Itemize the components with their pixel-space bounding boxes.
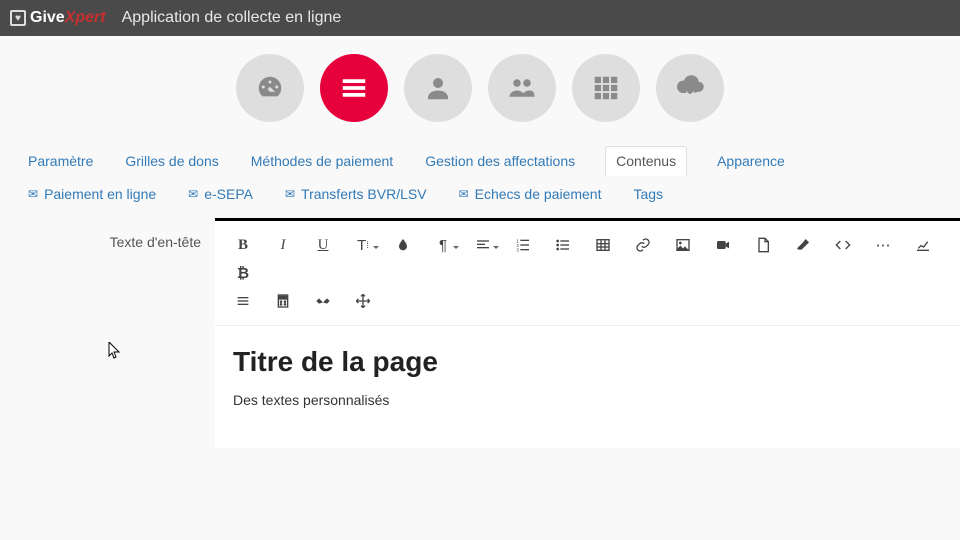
topbar: ♥ GiveXpert Application de collecte en l… — [0, 0, 960, 36]
italic-button[interactable]: I — [263, 231, 303, 259]
brand-text: GiveXpert — [30, 9, 106, 27]
envelope-icon: ✉ — [459, 187, 469, 201]
rich-text-editor: B I U T⁞ ¶ 123 ⋯ ₿ — [215, 218, 960, 448]
ul-icon — [555, 237, 571, 253]
code-icon — [835, 237, 851, 253]
tab-echecs[interactable]: ✉ Echecs de paiement — [457, 182, 604, 206]
envelope-icon: ✉ — [285, 187, 295, 201]
header-text-field: Texte d'en-tête B I U T⁞ ¶ 123 ⋯ — [30, 218, 960, 448]
tab-label: Méthodes de paiement — [251, 153, 393, 169]
tabs-row: Paramètre Grilles de dons Méthodes de pa… — [0, 146, 960, 218]
image-icon — [675, 237, 691, 253]
editor-toolbar: B I U T⁞ ¶ 123 ⋯ ₿ — [215, 221, 960, 326]
calculator-icon — [275, 293, 291, 309]
tab-methodes[interactable]: Méthodes de paiement — [249, 149, 395, 173]
tab-label: Grilles de dons — [125, 153, 218, 169]
table-button[interactable] — [583, 231, 623, 259]
tab-paiement[interactable]: ✉ Paiement en ligne — [26, 182, 158, 206]
tab-contenus[interactable]: Contenus — [605, 146, 687, 176]
align-button[interactable] — [463, 231, 503, 259]
file-button[interactable] — [743, 231, 783, 259]
image-button[interactable] — [663, 231, 703, 259]
brand-text-b: Xpert — [65, 9, 106, 26]
underline-button[interactable]: U — [303, 231, 343, 259]
tab-label: Transferts BVR/LSV — [301, 186, 427, 202]
bitcoin-button[interactable]: ₿ — [223, 259, 263, 287]
editor-body[interactable]: Titre de la page Des textes personnalisé… — [215, 326, 960, 448]
content-area: Texte d'en-tête B I U T⁞ ¶ 123 ⋯ — [0, 218, 960, 448]
video-icon — [715, 237, 731, 253]
tab-apparence[interactable]: Apparence — [715, 149, 787, 173]
tab-esepa[interactable]: ✉ e-SEPA — [186, 182, 255, 206]
handshake-button[interactable] — [303, 287, 343, 315]
nav-grid[interactable] — [572, 54, 640, 122]
tab-tags[interactable]: Tags — [631, 182, 665, 206]
table-icon — [595, 237, 611, 253]
ol-icon: 123 — [515, 237, 531, 253]
drop-icon — [395, 237, 411, 253]
tab-parametre[interactable]: Paramètre — [26, 149, 95, 173]
group-icon — [507, 73, 537, 103]
paragraph-format-button[interactable]: ¶ — [423, 231, 463, 259]
tab-label: Apparence — [717, 153, 785, 169]
eraser-icon — [795, 237, 811, 253]
chart-button[interactable] — [903, 231, 943, 259]
code-view-button[interactable] — [823, 231, 863, 259]
app-title: Application de collecte en ligne — [122, 9, 342, 27]
grid-icon — [591, 73, 621, 103]
field-label: Texte d'en-tête — [30, 218, 215, 250]
nav-circles — [0, 36, 960, 146]
nav-group[interactable] — [488, 54, 556, 122]
link-button[interactable] — [623, 231, 663, 259]
nav-dashboard[interactable] — [236, 54, 304, 122]
unordered-list-button[interactable] — [543, 231, 583, 259]
brand-logo[interactable]: ♥ GiveXpert — [10, 9, 106, 27]
calculator-button[interactable] — [263, 287, 303, 315]
nav-menu[interactable] — [320, 54, 388, 122]
text-color-button[interactable] — [383, 231, 423, 259]
lines-icon — [235, 293, 251, 309]
editor-heading[interactable]: Titre de la page — [233, 346, 942, 378]
brand-text-a: Give — [30, 9, 65, 26]
ordered-list-button[interactable]: 123 — [503, 231, 543, 259]
editor-paragraph[interactable]: Des textes personnalisés — [233, 392, 942, 408]
tab-label: Paramètre — [28, 153, 93, 169]
tab-label: Echecs de paiement — [475, 186, 602, 202]
move-icon — [355, 293, 371, 309]
more-button[interactable]: ⋯ — [863, 231, 903, 259]
handshake-icon — [315, 293, 331, 309]
gauge-icon — [255, 73, 285, 103]
user-icon — [423, 73, 453, 103]
font-size-button[interactable]: T⁞ — [343, 231, 383, 259]
envelope-icon: ✉ — [28, 187, 38, 201]
eraser-button[interactable] — [783, 231, 823, 259]
svg-text:3: 3 — [516, 248, 519, 253]
logo-mark-icon: ♥ — [10, 10, 26, 26]
lines-button[interactable] — [223, 287, 263, 315]
cloud-download-icon — [675, 73, 705, 103]
tab-label: Paiement en ligne — [44, 186, 156, 202]
video-button[interactable] — [703, 231, 743, 259]
tab-label: Tags — [633, 186, 663, 202]
align-icon — [475, 237, 491, 253]
file-icon — [755, 237, 771, 253]
tab-label: e-SEPA — [204, 186, 253, 202]
link-icon — [635, 237, 651, 253]
move-button[interactable] — [343, 287, 383, 315]
hamburger-icon — [339, 73, 369, 103]
tab-gestion[interactable]: Gestion des affectations — [423, 149, 577, 173]
envelope-icon: ✉ — [188, 187, 198, 201]
bold-button[interactable]: B — [223, 231, 263, 259]
tab-bvrlsv[interactable]: ✉ Transferts BVR/LSV — [283, 182, 429, 206]
nav-user[interactable] — [404, 54, 472, 122]
tab-label: Contenus — [616, 153, 676, 169]
nav-download[interactable] — [656, 54, 724, 122]
tab-grilles[interactable]: Grilles de dons — [123, 149, 220, 173]
chart-icon — [915, 237, 931, 253]
tab-label: Gestion des affectations — [425, 153, 575, 169]
